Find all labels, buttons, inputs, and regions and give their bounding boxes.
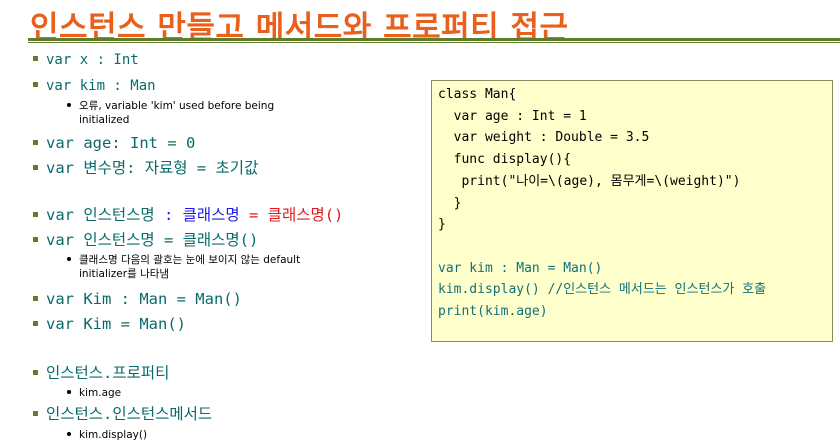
- code-usage-line: print(kim.age): [438, 304, 548, 320]
- title-divider-thin: [28, 42, 840, 43]
- sub-bullet-text-cont: initializer를 나타냄: [79, 268, 170, 280]
- sub-bullet-kim-display: kim.display(): [67, 428, 147, 442]
- sub-bullet-marker: [67, 432, 71, 436]
- bullet-text: var 인스턴스명: [46, 206, 164, 224]
- bullet-text: var Kim = Man(): [46, 315, 186, 333]
- bullet-marker: [33, 140, 38, 145]
- sub-bullet-text: 클래스명 다음의 괄호는 눈에 보이지 않는 default: [79, 254, 301, 266]
- sub-bullet-text: 오류, variable 'kim' used before being: [79, 100, 275, 112]
- code-usage-line: kim.display() //인스턴스 메서드는 인스턴스가 호출: [438, 282, 767, 298]
- bullet-text: var 변수명: 자료형 = 초기값: [46, 159, 259, 177]
- bullet-var-x: var x : Int: [33, 51, 139, 69]
- bullet-text: var kim : Man: [46, 78, 156, 94]
- sub-bullet-error: 오류, variable 'kim' used before being init…: [67, 99, 274, 127]
- bullet-marker: [33, 370, 38, 375]
- bullet-marker: [33, 296, 38, 301]
- code-line: }: [438, 195, 462, 211]
- code-line: class Man{: [438, 87, 517, 102]
- title-divider: [28, 38, 840, 41]
- code-line: }: [438, 217, 446, 233]
- bullet-marker: [33, 56, 38, 61]
- code-line: print("나이=\(age), 몸무게=\(weight)"): [438, 173, 741, 189]
- code-usage-line: var kim : Man = Man(): [438, 260, 603, 276]
- sub-bullet-text: kim.display(): [79, 429, 148, 441]
- sub-bullet-kim-age: kim.age: [67, 386, 121, 400]
- code-example-box: class Man{ var age : Int = 1 var weight …: [431, 80, 833, 342]
- bullet-marker: [33, 82, 38, 87]
- bullet-text: 인스턴스.프로퍼티: [46, 364, 170, 382]
- sub-bullet-marker: [67, 257, 71, 261]
- bullet-property-access: 인스턴스.프로퍼티: [33, 364, 169, 382]
- code-line: func display(){: [438, 152, 572, 168]
- sub-bullet-marker: [67, 103, 71, 107]
- code-line: var age : Int = 1: [438, 108, 587, 124]
- sub-bullet-text-cont: initialized: [79, 114, 130, 126]
- bullet-marker: [33, 212, 38, 217]
- code-line: var weight : Double = 3.5: [438, 130, 650, 146]
- bullet-var-age: var age: Int = 0: [33, 134, 195, 152]
- code-gap: [438, 236, 832, 258]
- bullet-marker: [33, 411, 38, 416]
- bullet-kim-inferred: var Kim = Man(): [33, 315, 186, 333]
- bullet-kim-typed: var Kim : Man = Man(): [33, 290, 242, 308]
- bullet-text: 인스턴스.인스턴스메서드: [46, 405, 213, 423]
- bullet-var-kim: var kim : Man: [33, 77, 156, 95]
- bullet-marker: [33, 321, 38, 326]
- class-name-highlight: : 클래스명: [163, 206, 240, 224]
- bullet-marker: [33, 237, 38, 242]
- sub-bullet-text: kim.age: [79, 387, 122, 399]
- bullet-text: var x : Int: [46, 52, 139, 68]
- bullet-marker: [33, 165, 38, 170]
- bullet-var-syntax: var 변수명: 자료형 = 초기값: [33, 159, 258, 177]
- bullet-instance-syntax: var 인스턴스명 = 클래스명(): [33, 231, 258, 249]
- bullet-text: var Kim : Man = Man(): [46, 290, 242, 308]
- bullet-instance-syntax-typed: var 인스턴스명 : 클래스명 = 클래스명(): [33, 206, 343, 224]
- bullet-text: var age: Int = 0: [46, 134, 196, 152]
- sub-bullet-marker: [67, 390, 71, 394]
- initializer-highlight: = 클래스명(): [239, 206, 344, 224]
- bullet-text: var 인스턴스명 = 클래스명(): [46, 231, 259, 249]
- bullet-method-call: 인스턴스.인스턴스메서드: [33, 405, 212, 423]
- sub-bullet-initializer-note: 클래스명 다음의 괄호는 눈에 보이지 않는 default initialize…: [67, 253, 300, 281]
